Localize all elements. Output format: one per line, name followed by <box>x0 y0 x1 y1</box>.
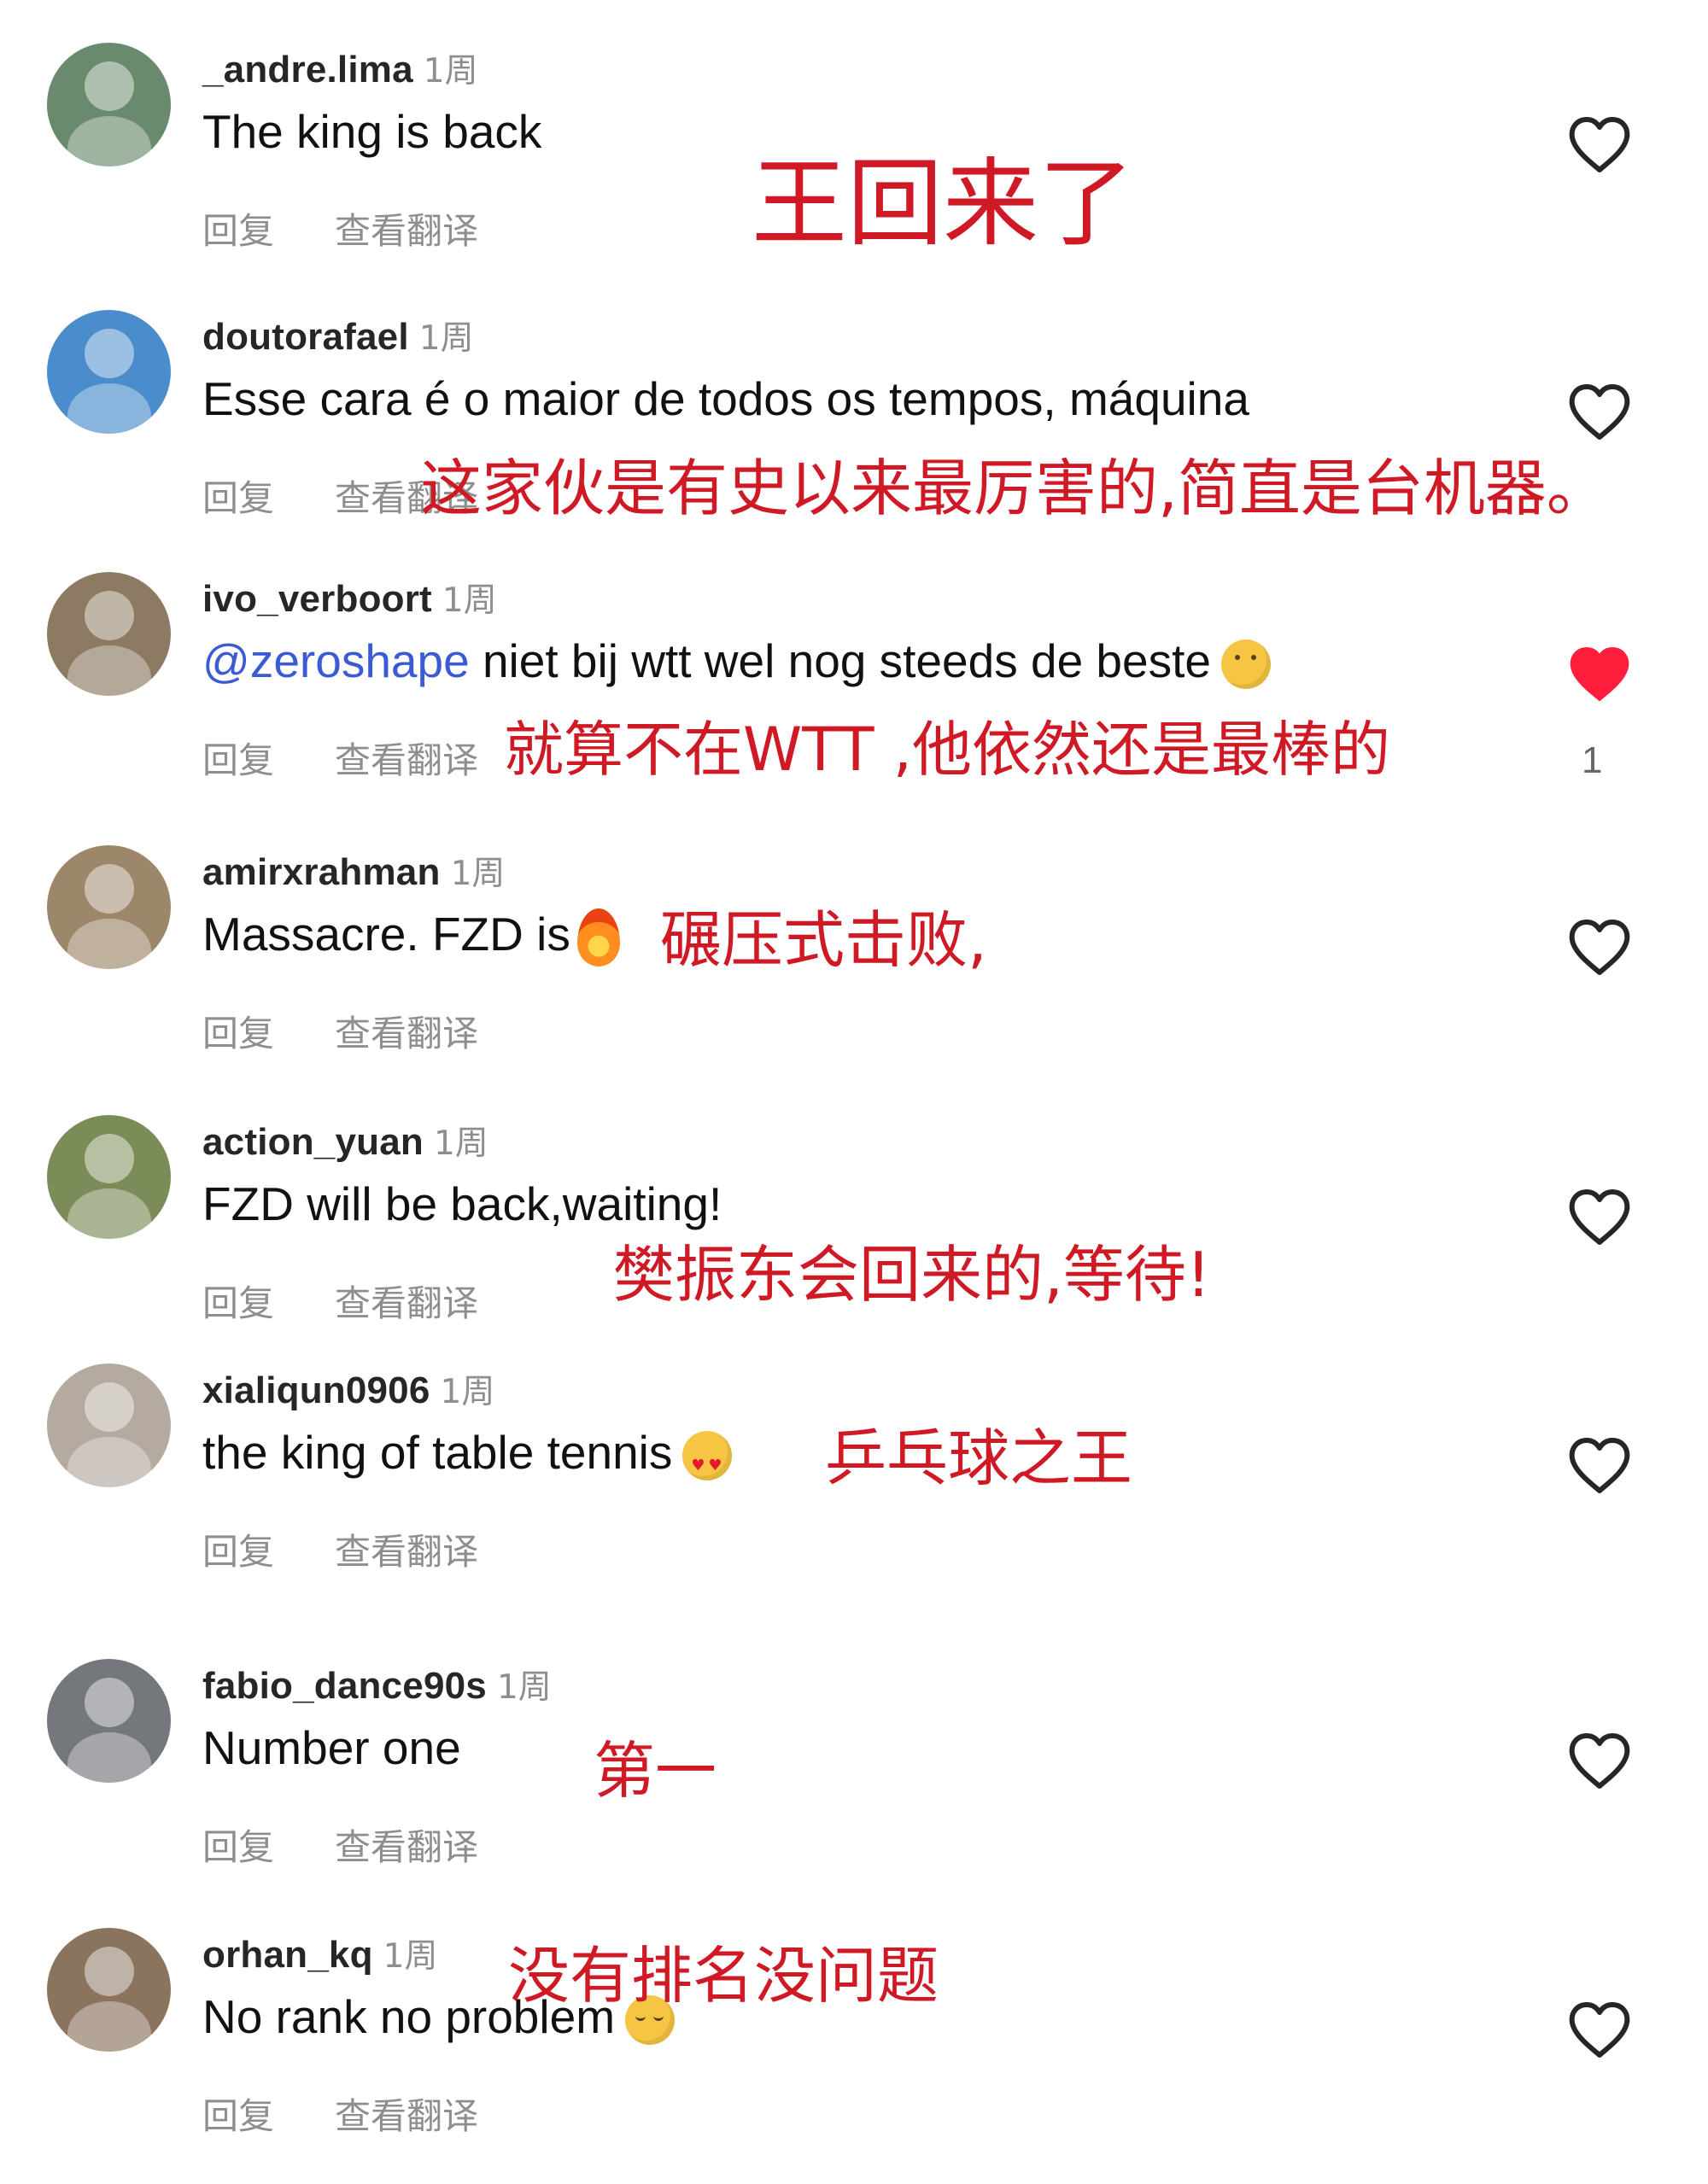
username[interactable]: orhan_kq <box>202 1934 373 1976</box>
annotation-text: 碾压式击败, <box>660 904 987 976</box>
avatar[interactable] <box>47 43 171 166</box>
avatar[interactable] <box>47 1928 171 2052</box>
comment-actions: 回复 查看翻译 <box>202 202 478 254</box>
comment-meta: action_yuan 1周 <box>202 1117 488 1165</box>
heart-outline-icon[interactable] <box>1567 1188 1632 1248</box>
crying-face-icon <box>1220 639 1271 690</box>
comment-5: action_yuan 1周 FZD will be back,waiting! … <box>0 1115 1708 1371</box>
annotation-text: 没有排名没问题 <box>508 1940 939 2012</box>
heart-outline-icon[interactable] <box>1567 383 1632 443</box>
comment-actions: 回复 查看翻译 <box>202 1005 478 1057</box>
comment-time: 1周 <box>433 1124 488 1163</box>
heart-eyes-face-icon <box>682 1431 733 1493</box>
reply-button[interactable]: 回复 <box>202 1275 335 1327</box>
avatar[interactable] <box>47 1659 171 1783</box>
fire-icon <box>576 908 620 967</box>
username[interactable]: xialiqun0906 <box>202 1369 430 1411</box>
avatar[interactable] <box>47 572 171 696</box>
comment-meta: _andre.lima 1周 <box>202 44 478 92</box>
annotation-text: 这家伙是有史以来最厉害的,简直是台机器。 <box>420 453 1608 524</box>
comment-meta: doutorafael 1周 <box>202 312 474 359</box>
comment-actions: 回复 查看翻译 <box>202 1523 478 1575</box>
avatar[interactable] <box>47 310 171 434</box>
see-translation-button[interactable]: 查看翻译 <box>335 2088 478 2140</box>
comment-time: 1周 <box>423 52 478 91</box>
comment-actions: 回复 查看翻译 <box>202 1275 478 1327</box>
comment-text: Number one <box>202 1720 461 1775</box>
username[interactable]: action_yuan <box>202 1121 424 1163</box>
comment-4: amirxrahman 1周 Massacre. FZD is 回复 查看翻译 碾压… <box>0 845 1708 1101</box>
comment-body-text: Massacre. FZD is <box>202 908 570 961</box>
reply-button[interactable]: 回复 <box>202 1005 335 1057</box>
heart-filled-icon[interactable] <box>1567 645 1632 705</box>
see-translation-button[interactable]: 查看翻译 <box>335 1819 478 1871</box>
see-translation-button[interactable]: 查看翻译 <box>335 732 478 784</box>
comment-body-text: Esse cara é o maior de todos os tempos, … <box>202 372 1249 425</box>
reply-button[interactable]: 回复 <box>202 202 335 254</box>
comment-body-text: Number one <box>202 1721 461 1774</box>
reply-button[interactable]: 回复 <box>202 2088 335 2140</box>
comment-text: Massacre. FZD is <box>202 907 620 967</box>
comment-meta: fabio_dance90s 1周 <box>202 1661 552 1708</box>
heart-outline-icon[interactable] <box>1567 116 1632 176</box>
mention-link[interactable]: @zeroshape <box>202 634 470 687</box>
comment-meta: orhan_kq 1周 <box>202 1930 437 1977</box>
annotation-text: 樊振东会回来的,等待! <box>613 1239 1211 1311</box>
comment-body-text: The king is back <box>202 105 542 158</box>
comment-meta: xialiqun0906 1周 <box>202 1365 494 1413</box>
comment-actions: 回复 查看翻译 <box>202 732 478 784</box>
comment-7: fabio_dance90s 1周 Number one 回复 查看翻译 第一 <box>0 1659 1708 1915</box>
comment-actions: 回复 查看翻译 <box>202 1819 478 1871</box>
comment-body-text: the king of table tennis <box>202 1426 673 1479</box>
annotation-text: 乒乓球之王 <box>825 1422 1133 1494</box>
like-count: 1 <box>1582 739 1603 781</box>
comment-time: 1周 <box>496 1668 552 1707</box>
username[interactable]: _andre.lima <box>202 49 413 91</box>
comment-text: The king is back <box>202 104 541 159</box>
reply-button[interactable]: 回复 <box>202 732 335 784</box>
comment-text: @zeroshape niet bij wtt wel nog steeds d… <box>202 634 1271 690</box>
annotation-text: 第一 <box>594 1735 717 1807</box>
comment-meta: amirxrahman 1周 <box>202 847 505 895</box>
annotation-text: 王回来了 <box>752 149 1134 260</box>
annotation-text: 就算不在WTT ,他依然还是最棒的 <box>504 715 1391 785</box>
comment-time: 1周 <box>450 855 506 893</box>
heart-outline-icon[interactable] <box>1567 919 1632 978</box>
avatar[interactable] <box>47 1364 171 1487</box>
see-translation-button[interactable]: 查看翻译 <box>335 1275 478 1327</box>
heart-outline-icon[interactable] <box>1567 1732 1632 1792</box>
see-translation-button[interactable]: 查看翻译 <box>335 1523 478 1575</box>
reply-button[interactable]: 回复 <box>202 470 335 522</box>
avatar[interactable] <box>47 845 171 969</box>
comment-time: 1周 <box>442 581 497 620</box>
username[interactable]: doutorafael <box>202 316 409 358</box>
username[interactable]: ivo_verboort <box>202 578 432 620</box>
username[interactable]: fabio_dance90s <box>202 1665 487 1707</box>
comment-3: ivo_verboort 1周 @zeroshape niet bij wtt w… <box>0 572 1708 828</box>
username[interactable]: amirxrahman <box>202 851 441 893</box>
comment-time: 1周 <box>418 319 474 358</box>
avatar[interactable] <box>47 1115 171 1239</box>
comment-6: xialiqun0906 1周 the king of table tennis … <box>0 1364 1708 1620</box>
comment-text: Esse cara é o maior de todos os tempos, … <box>202 371 1249 426</box>
comment-time: 1周 <box>383 1937 438 1976</box>
comment-body-text: niet bij wtt wel nog steeds de beste <box>469 634 1211 687</box>
comment-body-text: FZD will be back,waiting! <box>202 1177 722 1230</box>
see-translation-button[interactable]: 查看翻译 <box>335 1005 478 1057</box>
heart-outline-icon[interactable] <box>1567 2001 1632 2061</box>
heart-outline-icon[interactable] <box>1567 1437 1632 1497</box>
comment-meta: ivo_verboort 1周 <box>202 574 497 622</box>
comment-actions: 回复 查看翻译 <box>202 2088 478 2140</box>
see-translation-button[interactable]: 查看翻译 <box>335 202 478 254</box>
comment-8: orhan_kq 1周 No rank no problem 回复 查看翻译 没有排… <box>0 1928 1708 2184</box>
comment-text: the king of table tennis <box>202 1425 733 1493</box>
comment-text: FZD will be back,waiting! <box>202 1177 722 1231</box>
reply-button[interactable]: 回复 <box>202 1819 335 1871</box>
comment-2: doutorafael 1周 Esse cara é o maior de tod… <box>0 310 1708 566</box>
reply-button[interactable]: 回复 <box>202 1523 335 1575</box>
comment-1: _andre.lima 1周 The king is back 回复 查看翻译 王回… <box>0 43 1708 299</box>
comment-time: 1周 <box>440 1373 495 1411</box>
